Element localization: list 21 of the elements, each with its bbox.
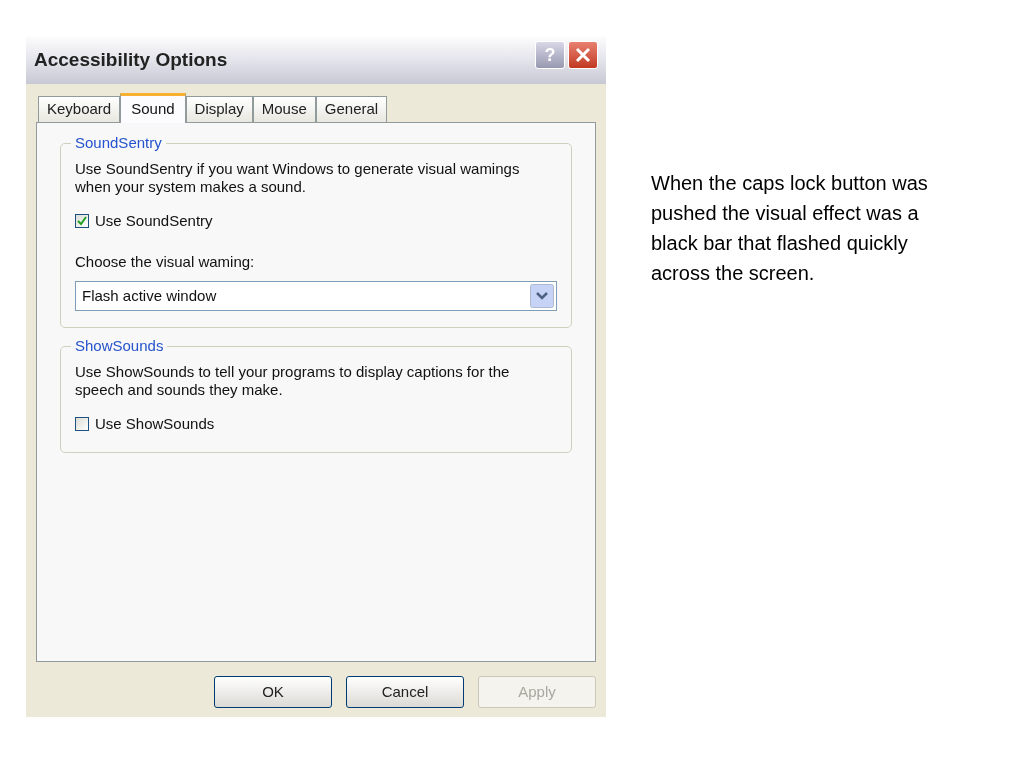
group-title: SoundSentry bbox=[71, 134, 166, 152]
tab[interactable]: Display bbox=[185, 96, 253, 122]
tab[interactable]: General bbox=[315, 96, 388, 122]
checkbox-label: Use ShowSounds bbox=[95, 414, 215, 434]
checkbox[interactable] bbox=[75, 417, 89, 432]
group-description: Use ShowSounds to tell your programs to display captions for the speech and sounds they make. bbox=[75, 363, 511, 399]
checkbox-label: Use SoundSentry bbox=[95, 211, 213, 231]
tab[interactable]: Sound bbox=[120, 93, 186, 123]
checkmark-icon bbox=[77, 216, 87, 227]
dialog-button[interactable]: Cancel bbox=[346, 676, 464, 708]
dropdown-label: Choose the visual waming: bbox=[75, 251, 256, 272]
slide-note: When the caps lock button was pushed the visual effect was a black bar that flashed quickly across the screen. bbox=[651, 171, 929, 286]
tab[interactable]: Keyboard bbox=[38, 96, 121, 122]
group-description: Use SoundSentry if you want Windows to generate visual wamings when your system makes a sound. bbox=[75, 160, 521, 196]
dialog-button[interactable]: OK bbox=[214, 676, 332, 708]
checkbox[interactable] bbox=[75, 214, 89, 229]
close-icon bbox=[575, 47, 591, 63]
window-title: Accessibility Options bbox=[34, 47, 228, 72]
tab[interactable]: Mouse bbox=[252, 96, 316, 122]
close-button[interactable] bbox=[568, 41, 598, 69]
dropdown[interactable]: Flash active window bbox=[75, 281, 557, 311]
